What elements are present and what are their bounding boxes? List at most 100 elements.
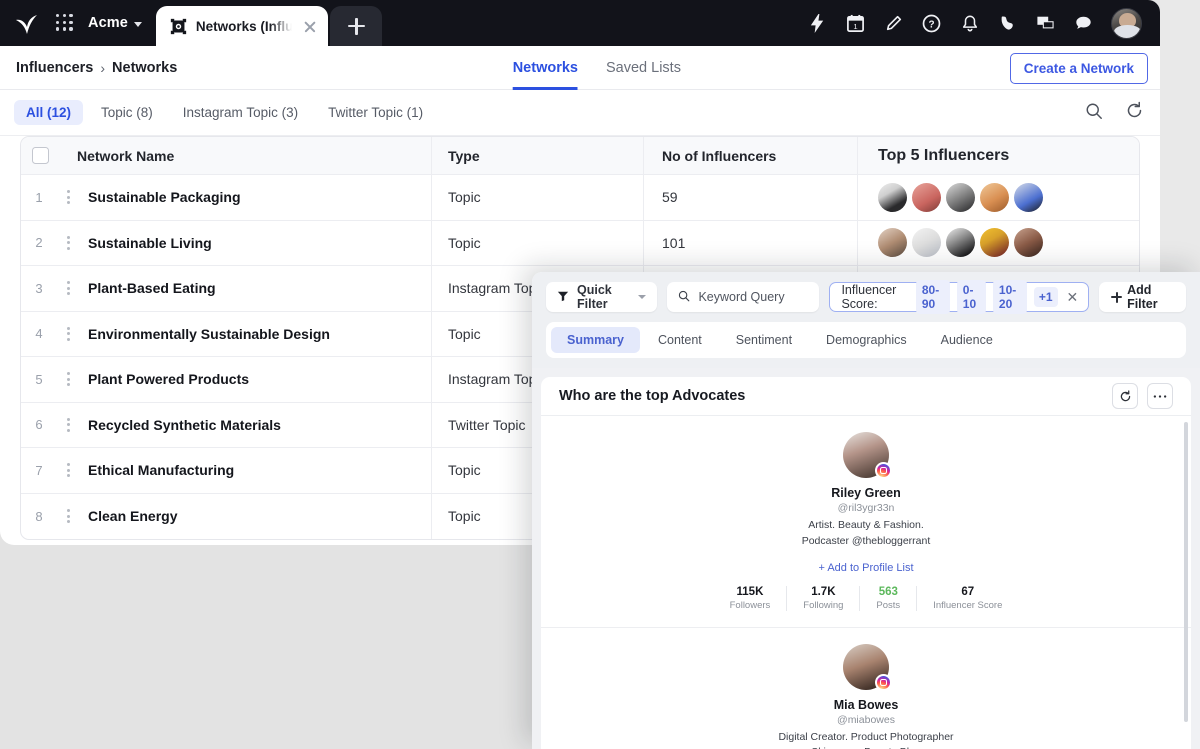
bell-icon[interactable] — [959, 13, 980, 34]
overlay-tabs: Summary Content Sentiment Demographics A… — [546, 322, 1186, 358]
tab-networks[interactable]: Networks — [513, 46, 578, 90]
browser-left-cluster: Acme — [0, 0, 142, 46]
avatar[interactable] — [843, 432, 892, 480]
breadcrumb-root[interactable]: Influencers — [16, 60, 93, 76]
stat-label: Following — [803, 599, 844, 611]
avatar — [1014, 182, 1043, 212]
col-no-of-influencers[interactable]: No of Influencers — [643, 137, 857, 174]
row-menu-icon[interactable] — [57, 326, 79, 341]
chip-topic[interactable]: Topic (8) — [89, 100, 165, 125]
col-top-5-influencers[interactable]: Top 5 Influencers — [857, 137, 1139, 174]
new-tab-button[interactable] — [330, 6, 383, 46]
svg-text:1: 1 — [853, 22, 857, 31]
table-header-row: Network Name Type No of Influencers Top … — [21, 137, 1139, 175]
profile-bio-line-1: Digital Creator. Product Photographer — [778, 730, 954, 743]
score-value-overflow-chip[interactable]: +1 — [1033, 287, 1058, 307]
calendar-icon[interactable]: 1 — [845, 13, 866, 34]
apps-grid-icon[interactable] — [56, 14, 74, 32]
lightning-icon[interactable] — [807, 13, 828, 34]
stat-label: Posts — [876, 599, 901, 611]
row-menu-icon[interactable] — [57, 417, 79, 432]
chip-row-actions — [1085, 90, 1144, 136]
avatar — [980, 228, 1009, 258]
org-switcher[interactable]: Acme — [88, 15, 142, 31]
org-name-label: Acme — [88, 15, 128, 31]
sprinklr-logo-icon[interactable] — [12, 8, 42, 38]
avatar — [980, 182, 1009, 212]
checkbox-icon — [31, 147, 49, 164]
row-index: 1 — [35, 189, 43, 205]
create-network-button[interactable]: Create a Network — [1009, 53, 1148, 84]
col-type[interactable]: Type — [431, 137, 643, 174]
phone-icon[interactable] — [997, 13, 1018, 34]
filter-chip-row: All (12) Topic (8) Instagram Topic (3) T… — [0, 90, 1160, 136]
tab-audience[interactable]: Audience — [925, 327, 1009, 353]
refresh-icon[interactable] — [1125, 101, 1144, 125]
influencer-score-filter[interactable]: Influencer Score: 80-90 0-10 10-20 +1 ✕ — [829, 280, 1090, 314]
tab-saved-lists[interactable]: Saved Lists — [606, 46, 681, 90]
chip-instagram-topic[interactable]: Instagram Topic (3) — [171, 100, 310, 125]
chip-twitter-topic[interactable]: Twitter Topic (1) — [316, 100, 435, 125]
score-value-chip[interactable]: 0-10 — [956, 280, 986, 314]
cell-count: 101 — [643, 220, 857, 265]
col-network-name[interactable]: Network Name — [59, 148, 431, 164]
tab-demographics[interactable]: Demographics — [810, 327, 923, 353]
chat-box-icon[interactable] — [1035, 13, 1056, 34]
add-to-profile-list-link[interactable]: + Add to Profile List — [541, 562, 1191, 574]
row-menu-icon[interactable] — [57, 509, 79, 524]
browser-titlebar: Acme Networks (Influ 1 ? — [0, 0, 1160, 46]
table-row[interactable]: 2 Sustainable Living Topic 101 — [21, 220, 1139, 266]
row-menu-icon[interactable] — [57, 372, 79, 387]
profile-bio-line-2: Podcaster @thebloggerrant — [801, 534, 931, 547]
score-value-chip[interactable]: 80-90 — [915, 280, 950, 314]
profile-name[interactable]: Riley Green — [541, 486, 1191, 500]
close-icon[interactable]: ✕ — [1065, 289, 1081, 306]
message-bubble-icon[interactable] — [1073, 13, 1094, 34]
keyword-query-input[interactable]: Keyword Query — [667, 282, 820, 312]
plus-icon — [1111, 291, 1123, 303]
profile-handle[interactable]: @miabowes — [541, 714, 1191, 726]
row-menu-icon[interactable] — [57, 281, 79, 296]
avatar — [1014, 228, 1043, 258]
close-icon[interactable] — [302, 18, 318, 34]
select-all-checkbox[interactable] — [21, 147, 59, 164]
insights-overlay-panel: Quick Filter Keyword Query Influencer Sc… — [532, 272, 1200, 749]
influencer-score-label: Influencer Score: — [841, 283, 897, 311]
cell-network-name: Plant-Based Eating — [88, 280, 216, 297]
score-value-chip[interactable]: 10-20 — [992, 280, 1027, 314]
stat-value: 115K — [736, 585, 764, 598]
cell-network-name: Plant Powered Products — [88, 371, 250, 388]
row-menu-icon[interactable] — [57, 235, 79, 250]
tab-sentiment[interactable]: Sentiment — [720, 327, 808, 353]
avatar — [946, 182, 975, 212]
quick-filter-button[interactable]: Quick Filter — [546, 282, 658, 312]
instagram-icon — [875, 462, 892, 480]
tab-summary[interactable]: Summary — [551, 327, 640, 353]
chip-all[interactable]: All (12) — [14, 100, 84, 125]
row-menu-icon[interactable] — [57, 463, 79, 478]
more-horizontal-icon[interactable] — [1147, 383, 1173, 410]
avatar — [912, 228, 941, 258]
add-filter-button[interactable]: Add Filter — [1099, 282, 1186, 312]
avatar[interactable] — [1111, 7, 1142, 39]
pencil-icon[interactable] — [883, 13, 904, 34]
networks-favicon-icon — [170, 18, 187, 35]
browser-tabstrip: Networks (Influ — [155, 0, 383, 46]
profile-name[interactable]: Mia Bowes — [541, 698, 1191, 712]
browser-tab-networks[interactable]: Networks (Influ — [155, 6, 329, 46]
table-row[interactable]: 1 Sustainable Packaging Topic 59 — [21, 175, 1139, 221]
search-icon[interactable] — [1085, 102, 1103, 125]
help-icon[interactable]: ? — [921, 13, 942, 34]
cell-network-name: Sustainable Packaging — [88, 189, 241, 206]
refresh-icon[interactable] — [1112, 383, 1138, 410]
profile-handle[interactable]: @ril3ygr33n — [541, 502, 1191, 514]
breadcrumb: Influencers › Networks — [16, 60, 177, 76]
avatar-stack — [878, 228, 1048, 258]
tab-content[interactable]: Content — [642, 327, 718, 353]
search-icon — [678, 290, 690, 305]
row-menu-icon[interactable] — [57, 190, 79, 205]
advocates-scroll-area[interactable]: Riley Green @ril3ygr33n Artist. Beauty &… — [541, 416, 1191, 749]
avatar — [878, 182, 907, 212]
avatar[interactable] — [843, 643, 892, 691]
vertical-scrollbar[interactable] — [1184, 422, 1188, 723]
